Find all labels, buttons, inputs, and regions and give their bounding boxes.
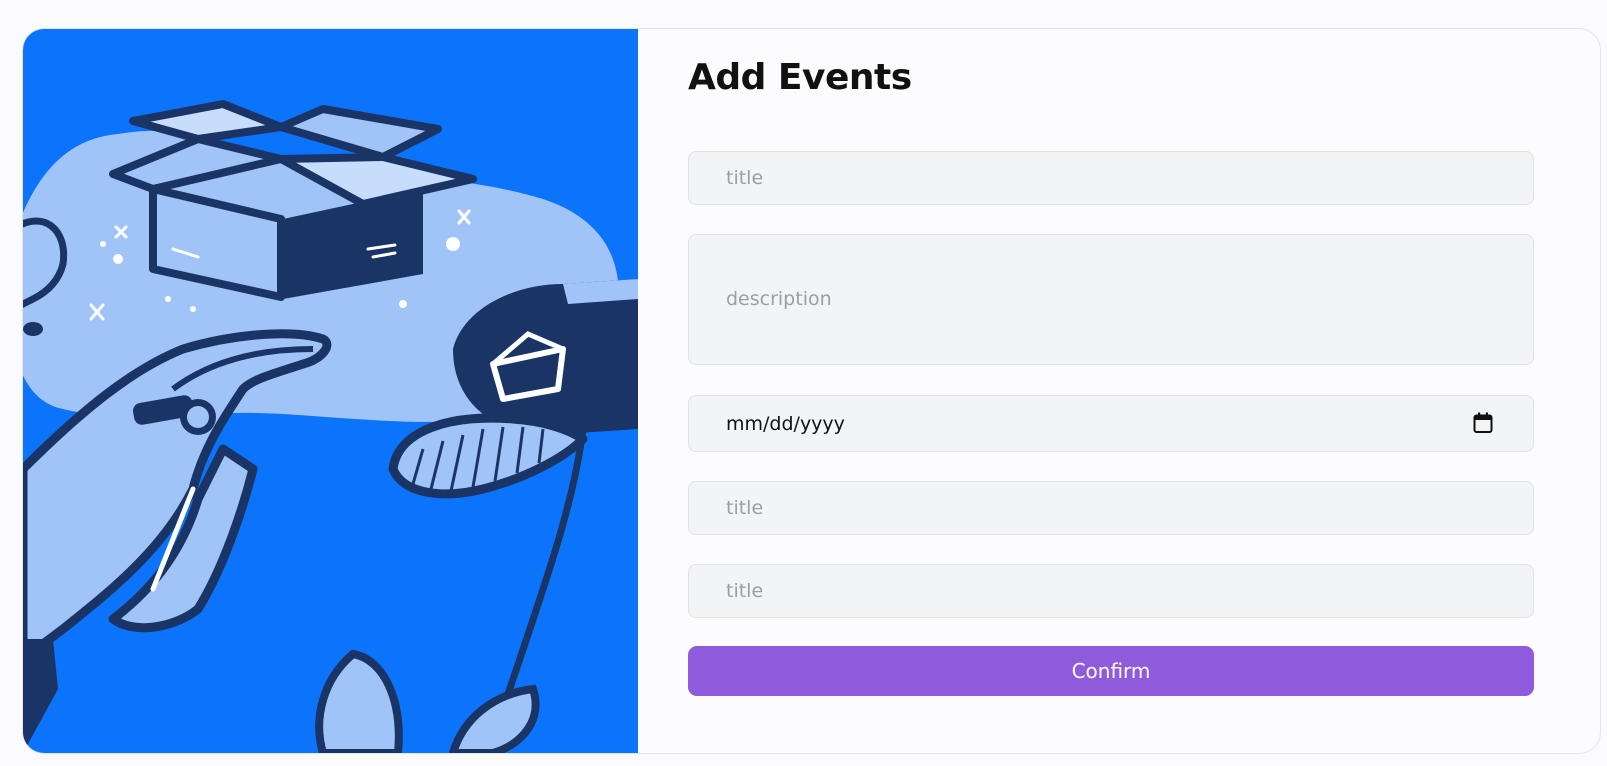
date-input[interactable]: mm/dd/yyyy — [688, 395, 1534, 452]
calendar-icon[interactable] — [1473, 412, 1493, 434]
illustration-panel — [23, 29, 638, 753]
date-format-text: mm/dd/yyyy — [726, 412, 845, 435]
second-title-input[interactable] — [688, 481, 1534, 535]
add-event-card: Add Events mm/dd/yyyy Confirm — [22, 28, 1601, 754]
confirm-button[interactable]: Confirm — [688, 646, 1534, 696]
third-title-input[interactable] — [688, 564, 1534, 618]
box-delivery-illustration — [23, 100, 638, 753]
page-title: Add Events — [688, 57, 912, 98]
title-input[interactable] — [688, 151, 1534, 205]
event-form: Add Events mm/dd/yyyy Confirm — [638, 29, 1600, 753]
description-input[interactable] — [688, 234, 1534, 365]
